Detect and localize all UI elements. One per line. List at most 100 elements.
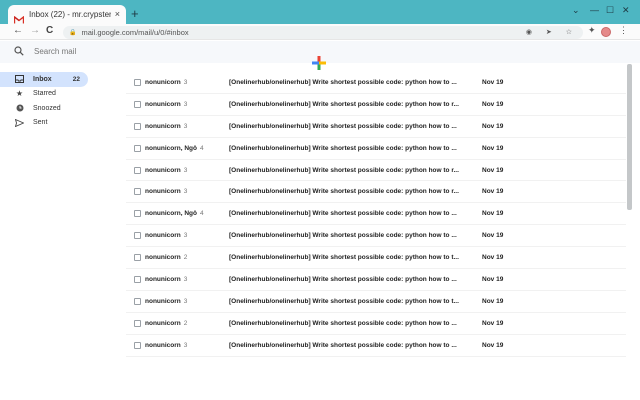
thread-count: 3 <box>183 166 188 174</box>
mail-subject: [Onelinerhub/onelinerhub] Write shortest… <box>229 254 459 262</box>
mail-list: nonunicorn 3 [Onelinerhub/onelinerhub] Wri… <box>126 72 626 357</box>
browser-menu-icon[interactable]: ⋮ <box>619 26 628 35</box>
tab-title: Inbox (22) - mr.crypster@... <box>29 10 111 19</box>
search-icon[interactable] <box>14 46 24 56</box>
table-row[interactable]: nonunicorn 3 [Onelinerhub/onelinerhub] Wri… <box>126 291 626 313</box>
compose-plus-icon[interactable] <box>311 55 327 71</box>
browser-tab[interactable]: Inbox (22) - mr.crypster@... × <box>8 5 126 24</box>
unread-count: 22 <box>72 75 80 83</box>
thread-count: 4 <box>200 210 204 218</box>
select-checkbox[interactable] <box>134 166 141 174</box>
sender-name: nonunicorn <box>145 275 181 283</box>
mail-date: Nov 19 <box>482 78 504 86</box>
mail-date: Nov 19 <box>482 122 504 130</box>
select-checkbox[interactable] <box>134 341 141 349</box>
table-row[interactable]: nonunicorn 2 [Onelinerhub/onelinerhub] Wri… <box>126 313 626 335</box>
star-icon: ★ <box>15 89 24 99</box>
address-bar[interactable]: 🔒 mail.google.com/mail/u/0/#inbox ◉ ➤ ☆ <box>63 26 583 39</box>
table-row[interactable]: nonunicorn, Ngô 4 [Onelinerhub/onelinerhub… <box>126 203 626 226</box>
mail-subject: [Onelinerhub/onelinerhub] Write shortest… <box>229 78 457 86</box>
sender-name: nonunicorn <box>145 122 181 130</box>
mail-date: Nov 19 <box>482 341 504 349</box>
gmail-icon <box>13 11 25 23</box>
mail-date: Nov 19 <box>482 297 504 305</box>
thread-count: 3 <box>183 341 188 349</box>
select-checkbox[interactable] <box>134 144 141 152</box>
sidebar-item-sent[interactable]: Sent <box>0 116 92 131</box>
mail-subject: [Onelinerhub/onelinerhub] Write shortest… <box>229 166 459 174</box>
back-icon[interactable]: ← <box>13 26 23 36</box>
thread-count: 3 <box>183 188 188 196</box>
window-close-icon[interactable]: ✕ <box>622 6 630 15</box>
mail-sender: nonunicorn 3 <box>145 298 187 305</box>
mail-date: Nov 19 <box>482 254 504 262</box>
extensions-icon[interactable]: ✦ <box>588 26 596 35</box>
thread-count: 2 <box>183 254 188 262</box>
table-row[interactable]: nonunicorn 3 [Onelinerhub/onelinerhub] Wri… <box>126 160 626 182</box>
lock-icon: 🔒 <box>69 30 77 36</box>
select-checkbox[interactable] <box>134 275 141 283</box>
browser-tabbar: Inbox (22) - mr.crypster@... × + ⌄ — ☐ ✕ <box>0 0 640 24</box>
thread-count: 3 <box>183 232 188 240</box>
table-row[interactable]: nonunicorn 3 [Onelinerhub/onelinerhub] Wri… <box>126 72 626 94</box>
forward-icon[interactable]: → <box>30 26 40 36</box>
select-checkbox[interactable] <box>134 188 141 196</box>
mail-sender: nonunicorn 3 <box>145 167 187 174</box>
new-tab-button[interactable]: + <box>131 7 139 20</box>
select-checkbox[interactable] <box>134 319 141 327</box>
table-row[interactable]: nonunicorn 3 [Onelinerhub/onelinerhub] Wri… <box>126 225 626 248</box>
thread-count: 3 <box>183 275 188 283</box>
select-checkbox[interactable] <box>134 100 141 108</box>
mail-sender: nonunicorn, Ngô 4 <box>145 210 204 217</box>
select-checkbox[interactable] <box>134 254 141 262</box>
select-checkbox[interactable] <box>134 122 141 130</box>
sender-name: nonunicorn <box>145 166 181 174</box>
sidebar-item-label: Starred <box>33 90 56 98</box>
close-tab-icon[interactable]: × <box>115 10 120 19</box>
sender-name: nonunicorn <box>145 188 181 196</box>
table-row[interactable]: nonunicorn 3 [Onelinerhub/onelinerhub] Wri… <box>126 116 626 138</box>
select-checkbox[interactable] <box>134 297 141 305</box>
mail-subject: [Onelinerhub/onelinerhub] Write shortest… <box>229 144 457 152</box>
mail-subject: [Onelinerhub/onelinerhub] Write shortest… <box>229 100 459 108</box>
tab-search-icon[interactable]: ⌄ <box>572 6 580 15</box>
url-text: mail.google.com/mail/u/0/#inbox <box>81 28 189 37</box>
table-row[interactable]: nonunicorn 3 [Onelinerhub/onelinerhub] Wri… <box>126 269 626 291</box>
search-input[interactable]: Search mail <box>34 47 76 56</box>
sender-name: nonunicorn <box>145 254 181 262</box>
thread-count: 3 <box>183 78 188 86</box>
sidebar-item-starred[interactable]: ★ Starred <box>0 87 92 102</box>
sender-name: nonunicorn <box>145 297 181 305</box>
table-row[interactable]: nonunicorn 3 [Onelinerhub/onelinerhub] Wri… <box>126 94 626 116</box>
select-checkbox[interactable] <box>134 232 141 240</box>
sidebar-item-label: Sent <box>33 119 48 127</box>
profile-avatar[interactable] <box>601 27 611 37</box>
mail-date: Nov 19 <box>482 319 504 327</box>
sidebar-item-snoozed[interactable]: Snoozed <box>0 101 92 116</box>
mail-sender: nonunicorn 3 <box>145 188 187 195</box>
mail-sender: nonunicorn, Ngô 4 <box>145 145 204 152</box>
sender-name: nonunicorn <box>145 319 181 327</box>
maximize-icon[interactable]: ☐ <box>606 6 614 15</box>
table-row[interactable]: nonunicorn, Ngô 4 [Onelinerhub/onelinerhub… <box>126 138 626 160</box>
mail-date: Nov 19 <box>482 166 504 174</box>
sender-name: nonunicorn <box>145 232 181 240</box>
clock-icon <box>15 104 24 113</box>
minimize-icon[interactable]: — <box>590 6 599 15</box>
mail-subject: [Onelinerhub/onelinerhub] Write shortest… <box>229 275 457 283</box>
sidebar-item-inbox[interactable]: Inbox 22 <box>0 72 88 87</box>
sidebar-item-label: Snoozed <box>33 104 61 112</box>
mail-subject: [Onelinerhub/onelinerhub] Write shortest… <box>229 188 459 196</box>
table-row[interactable]: nonunicorn 3 [Onelinerhub/onelinerhub] Wri… <box>126 181 626 204</box>
table-row[interactable]: nonunicorn 3 [Onelinerhub/onelinerhub] Wri… <box>126 335 626 357</box>
scrollbar[interactable] <box>627 64 632 210</box>
sidebar: Inbox 22 ★ Starred Snoozed Sent <box>0 72 92 130</box>
thread-count: 4 <box>200 144 204 152</box>
select-checkbox[interactable] <box>134 210 141 218</box>
thread-count: 3 <box>183 297 188 305</box>
select-checkbox[interactable] <box>134 78 141 86</box>
omnibox-actions-icons[interactable]: ◉ ➤ ☆ <box>526 28 578 36</box>
table-row[interactable]: nonunicorn 2 [Onelinerhub/onelinerhub] Wri… <box>126 247 626 270</box>
mail-subject: [Onelinerhub/onelinerhub] Write shortest… <box>229 210 457 218</box>
reload-icon[interactable]: C <box>46 26 53 36</box>
